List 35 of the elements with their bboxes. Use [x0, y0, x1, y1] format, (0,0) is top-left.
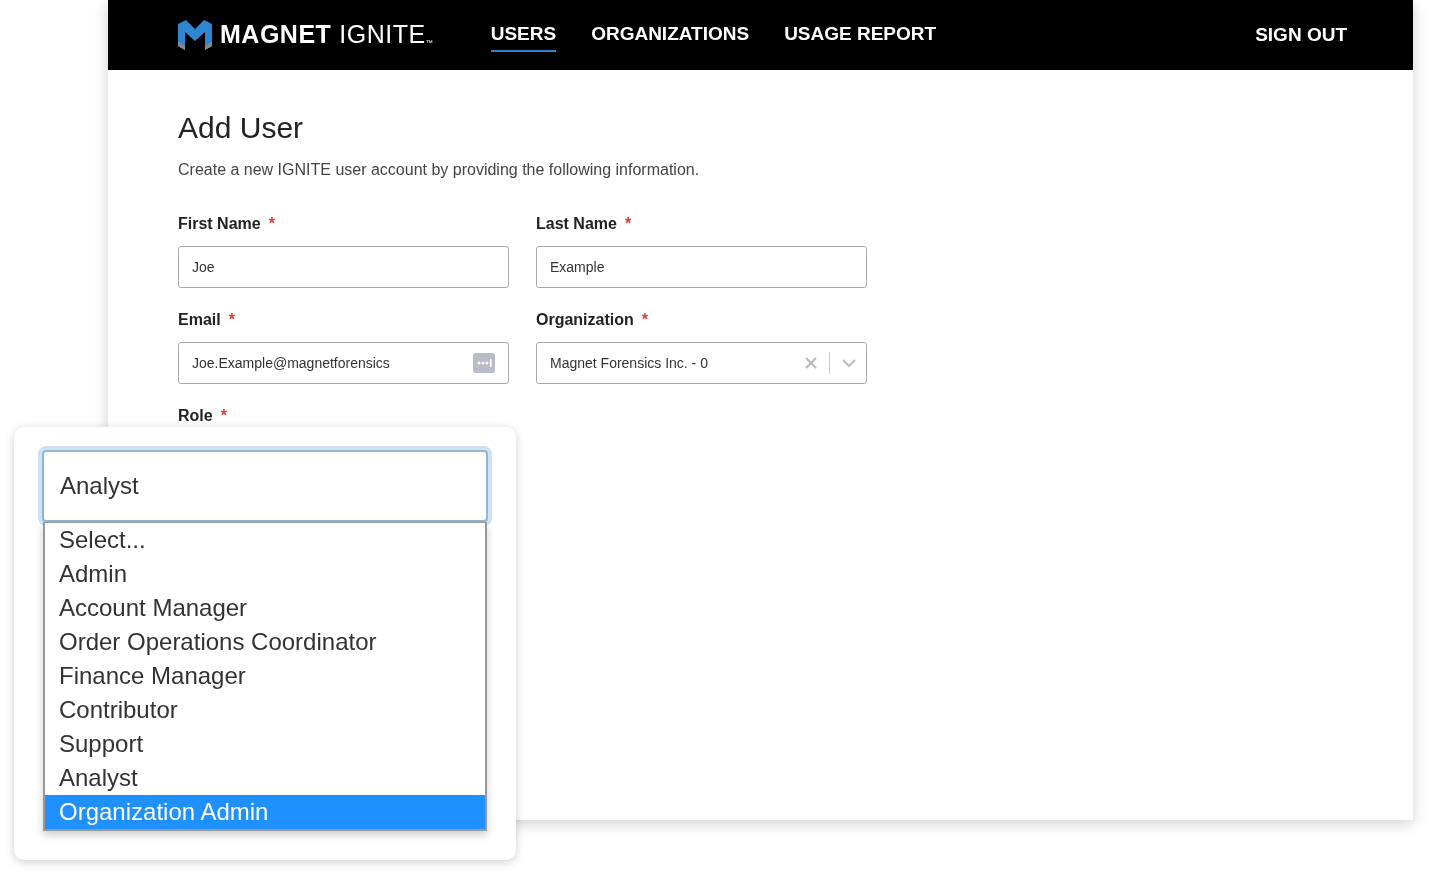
dropdown-option[interactable]: Finance Manager [45, 659, 485, 693]
field-label: Role [178, 406, 213, 426]
dropdown-option[interactable]: Support [45, 727, 485, 761]
dropdown-option[interactable]: Select... [45, 523, 485, 557]
nav-link[interactable]: USERS [490, 17, 557, 53]
field-label: Organization [536, 310, 634, 330]
field-label: Email [178, 310, 221, 330]
logo-icon [178, 20, 212, 50]
nav-link[interactable]: USAGE REPORT [784, 17, 937, 53]
clear-icon[interactable] [805, 357, 817, 369]
organization-select[interactable]: Magnet Forensics Inc. - 0 [536, 342, 867, 384]
product-name: IGNITE [339, 19, 426, 51]
dropdown-option[interactable]: Admin [45, 557, 485, 591]
required-mark: * [268, 214, 275, 234]
brand-name: MAGNET [220, 19, 332, 51]
text-field[interactable]: Example [536, 246, 867, 288]
chevron-down-icon[interactable] [842, 358, 856, 368]
field-label: Last Name [536, 214, 617, 234]
dropdown-option[interactable]: Account Manager [45, 591, 485, 625]
required-mark: * [228, 310, 235, 330]
email-field[interactable]: Joe.Example@magnetforensics [178, 342, 509, 384]
dropdown-option[interactable]: Order Operations Coordinator [45, 625, 485, 659]
required-mark: * [220, 406, 227, 426]
field-label: First Name [178, 214, 261, 234]
dropdown-option[interactable]: Analyst [45, 761, 485, 795]
page-description: Create a new IGNITE user account by providing the following information. [178, 160, 701, 180]
sign-out-link[interactable]: SIGN OUT [1255, 21, 1347, 49]
dots-icon[interactable] [473, 353, 495, 373]
required-mark: * [624, 214, 632, 234]
text-field[interactable]: Joe [178, 246, 509, 288]
required-mark: * [641, 310, 648, 330]
page-title: Add User [178, 110, 305, 146]
nav-link[interactable]: ORGANIZATIONS [591, 17, 750, 53]
dropdown-option[interactable]: Contributor [45, 693, 485, 727]
select-value: Magnet Forensics Inc. - 0 [550, 353, 709, 373]
